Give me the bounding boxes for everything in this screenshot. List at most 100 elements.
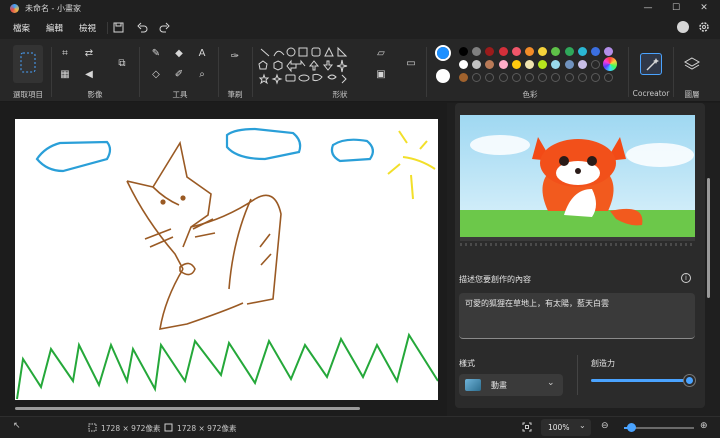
palette-swatch[interactable] <box>485 47 495 56</box>
palette-swatch[interactable] <box>577 47 587 56</box>
canvas-size-text: 1728 × 972像素 <box>177 424 237 433</box>
palette-swatch[interactable] <box>604 47 614 56</box>
palette-empty-slot[interactable] <box>485 73 495 82</box>
text-icon[interactable]: A <box>195 48 209 60</box>
info-icon[interactable]: i <box>681 273 691 283</box>
cursor-pointer-icon: ↖ <box>13 421 21 431</box>
zoom-in-icon[interactable]: ⊕ <box>700 421 708 431</box>
style-thumbnail-icon <box>465 379 481 391</box>
palette-swatch[interactable] <box>564 47 574 56</box>
palette-empty-slot[interactable] <box>511 73 521 82</box>
primary-color-swatch <box>437 47 449 59</box>
palette-swatch[interactable] <box>511 60 521 69</box>
prompt-textbox[interactable]: 可愛的狐狸在草地上，有太陽，藍天白雲 <box>459 293 695 339</box>
shape-fill-icon[interactable]: ▣ <box>374 69 388 81</box>
fit-to-window-icon[interactable] <box>522 422 532 432</box>
zoom-out-icon[interactable]: ⊖ <box>601 421 609 431</box>
menu-file[interactable]: 檔案 <box>13 22 30 34</box>
primary-color-ring[interactable] <box>435 45 451 61</box>
zoom-chevron-down-icon: ⌄ <box>579 421 586 430</box>
menu-view[interactable]: 檢視 <box>79 22 96 34</box>
magnifier-icon[interactable]: ⌕ <box>195 69 209 81</box>
close-button[interactable]: ✕ <box>690 0 718 17</box>
palette-empty-slot[interactable] <box>577 73 587 82</box>
image-edit-icon[interactable]: ⧉ <box>115 58 129 70</box>
group-label-shapes: 形狀 <box>332 90 348 99</box>
zoom-slider-thumb[interactable] <box>627 423 636 432</box>
crop-icon[interactable]: ⌗ <box>58 48 72 60</box>
palette-swatch[interactable] <box>577 60 587 69</box>
zoom-dropdown[interactable]: 100% ⌄ <box>541 419 591 436</box>
resize-icon[interactable]: ⇄ <box>82 48 96 60</box>
cocreator-card: 描述您要創作的內容 i 可愛的狐狸在草地上，有太陽，藍天白雲 樣式 動畫 ⌄ 創… <box>455 103 705 408</box>
palette-swatch[interactable] <box>591 47 600 56</box>
canvas-size-icon <box>164 423 173 432</box>
account-avatar[interactable] <box>677 21 689 33</box>
palette-swatch[interactable] <box>472 47 482 56</box>
palette-swatch[interactable] <box>551 60 561 69</box>
palette-empty-slot[interactable] <box>551 73 561 82</box>
style-label: 樣式 <box>459 359 475 368</box>
chevron-down-icon: ⌄ <box>547 378 555 388</box>
rotate-icon[interactable]: ◀ <box>82 69 96 81</box>
paint-app-icon <box>10 4 19 13</box>
cocreator-button[interactable] <box>640 53 662 75</box>
palette-swatch[interactable] <box>511 47 521 56</box>
group-label-layers: 圖層 <box>684 90 700 99</box>
undo-icon[interactable] <box>137 22 148 33</box>
save-icon[interactable] <box>113 22 124 33</box>
palette-swatch[interactable] <box>525 60 534 69</box>
select-all-icon[interactable]: ▦ <box>58 69 72 81</box>
palette-empty-slot[interactable] <box>564 73 574 82</box>
palette-swatch[interactable] <box>498 47 508 56</box>
cocreator-panel: 描述您要創作的內容 i 可愛的狐狸在草地上，有太陽，藍天白雲 樣式 動畫 ⌄ 創… <box>447 103 720 416</box>
palette-swatch[interactable] <box>538 47 548 56</box>
redo-icon[interactable] <box>159 22 170 33</box>
generated-fox-image[interactable] <box>460 115 695 241</box>
panel-vertical-scrollbar[interactable] <box>707 178 710 298</box>
selection-size-icon <box>88 423 97 432</box>
fill-bucket-icon[interactable]: ◆ <box>172 48 186 60</box>
palette-empty-slot[interactable] <box>472 73 482 82</box>
shape-options-icon[interactable]: ▭ <box>404 58 418 70</box>
palette-empty-slot[interactable] <box>591 73 600 82</box>
palette-swatch[interactable] <box>459 73 468 82</box>
palette-swatch[interactable] <box>459 60 468 69</box>
palette-swatch[interactable] <box>538 60 548 69</box>
canvas-horizontal-scrollbar[interactable] <box>15 407 360 410</box>
layers-icon[interactable] <box>684 57 700 71</box>
palette-swatch[interactable] <box>564 60 574 69</box>
style-dropdown[interactable]: 動畫 ⌄ <box>459 374 563 396</box>
settings-gear-icon[interactable] <box>698 21 710 33</box>
edit-colors-button[interactable] <box>603 57 617 71</box>
palette-swatch[interactable] <box>525 47 534 56</box>
palette-swatch[interactable] <box>472 60 482 69</box>
shape-outline-icon[interactable]: ▱ <box>374 48 388 60</box>
creativity-slider-thumb[interactable] <box>684 375 695 386</box>
minimize-button[interactable]: — <box>634 0 662 17</box>
group-label-brushes: 筆刷 <box>227 90 243 99</box>
status-bar: ↖ 1728 × 972像素 1728 × 972像素 100% ⌄ ⊖ ⊕ <box>0 416 720 438</box>
canvas-workspace <box>0 103 447 416</box>
palette-empty-slot[interactable] <box>525 73 534 82</box>
drawing-canvas[interactable] <box>15 119 439 400</box>
palette-swatch[interactable] <box>551 47 561 56</box>
menu-edit[interactable]: 編輯 <box>46 22 63 34</box>
color-picker-icon[interactable]: ✐ <box>172 69 186 81</box>
palette-empty-slot[interactable] <box>538 73 548 82</box>
palette-empty-slot[interactable] <box>604 73 614 82</box>
select-button[interactable] <box>13 45 43 83</box>
shapes-gallery[interactable] <box>258 47 366 85</box>
palette-empty-slot[interactable] <box>498 73 508 82</box>
secondary-color-swatch[interactable] <box>436 69 450 83</box>
palette-swatch[interactable] <box>498 60 508 69</box>
title-bar: 未命名 - 小畫家 — ☐ ✕ <box>0 0 720 17</box>
group-label-image: 影像 <box>87 90 103 99</box>
palette-swatch[interactable] <box>459 47 468 56</box>
maximize-button[interactable]: ☐ <box>662 0 690 17</box>
eraser-icon[interactable]: ◇ <box>149 69 163 81</box>
brush-icon[interactable]: ✑ <box>228 51 242 63</box>
palette-swatch[interactable] <box>485 60 495 69</box>
palette-empty-slot[interactable] <box>591 60 600 69</box>
pencil-icon[interactable]: ✎ <box>149 48 163 60</box>
